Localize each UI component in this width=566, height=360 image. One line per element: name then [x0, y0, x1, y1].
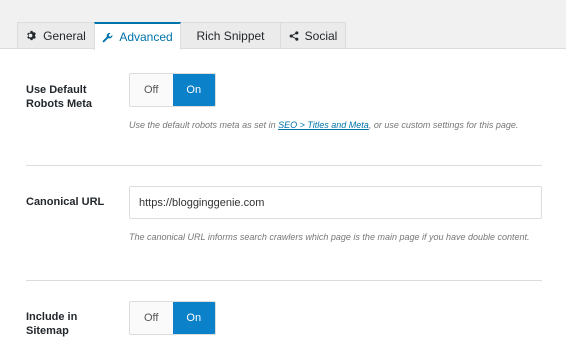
wrench-icon [102, 32, 113, 43]
sitemap-toggle: Off On [129, 301, 216, 335]
tab-bar: General Advanced Rich Snippet Social [17, 22, 346, 50]
sitemap-off-option[interactable]: Off [130, 302, 173, 334]
robots-meta-desc-text-end: , or use custom settings for this page. [368, 120, 519, 130]
robots-meta-desc-text: Use the default robots meta as set in [129, 120, 279, 130]
tab-social[interactable]: Social [280, 22, 346, 48]
robots-meta-label: Use Default Robots Meta [26, 84, 92, 110]
gear-icon [26, 30, 37, 41]
tab-rich-snippet-label: Rich Snippet [196, 28, 265, 43]
canonical-url-label: Canonical URL [26, 196, 105, 208]
tab-general[interactable]: General [17, 22, 95, 48]
robots-meta-description: Use the default robots meta as set in SE… [129, 118, 541, 132]
tab-social-label: Social [304, 28, 338, 43]
divider [26, 280, 542, 281]
canonical-url-description: The canonical URL informs search crawler… [129, 232, 530, 242]
robots-meta-on-option[interactable]: On [172, 74, 215, 106]
canonical-url-input[interactable] [129, 186, 542, 219]
sitemap-on-option[interactable]: On [172, 302, 215, 334]
robots-meta-off-option[interactable]: Off [130, 74, 173, 106]
titles-meta-link[interactable]: SEO > Titles and Meta [278, 120, 369, 130]
tab-advanced[interactable]: Advanced [94, 22, 181, 50]
divider [26, 165, 542, 166]
robots-meta-toggle: Off On [129, 73, 216, 107]
sitemap-label: Include in Sitemap [26, 311, 78, 337]
tab-advanced-label: Advanced [119, 30, 173, 44]
tab-general-label: General [43, 28, 86, 43]
tab-rich-snippet[interactable]: Rich Snippet [180, 22, 281, 48]
share-icon [289, 30, 299, 41]
advanced-panel: Use Default Robots Meta Off On Use the d… [0, 48, 566, 360]
